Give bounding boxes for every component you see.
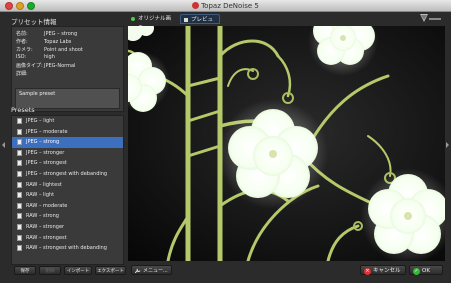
wrench-icon <box>135 268 141 273</box>
preset-item[interactable]: RAW – stronger <box>12 222 123 233</box>
preset-item[interactable]: RAW – strongest <box>12 233 123 244</box>
preset-item-label: RAW – light <box>26 192 55 199</box>
info-value: high <box>44 54 55 60</box>
title-bar: Topaz DeNoise 5 <box>0 0 451 12</box>
window-title: Topaz DeNoise 5 <box>0 2 451 10</box>
info-value: Topaz Labs <box>44 39 72 45</box>
presets-header: Presets <box>11 106 35 114</box>
document-icon <box>17 149 22 156</box>
topaz-logo <box>420 14 441 22</box>
document-icon <box>17 213 22 220</box>
preview-photo <box>128 26 445 261</box>
delete-button[interactable]: 削除 <box>39 266 61 275</box>
import-button[interactable]: インポート <box>64 266 92 275</box>
tab-preview[interactable]: プレビュー <box>180 14 220 33</box>
preset-buttons: 保存 削除 インポート エクスポート <box>14 266 126 276</box>
preset-item[interactable]: RAW – moderate <box>12 201 123 212</box>
preset-item[interactable]: RAW – light <box>12 190 123 201</box>
preset-item[interactable]: JPEG – light <box>12 116 123 127</box>
preset-item[interactable]: JPEG – stronger <box>12 148 123 159</box>
info-row-name: 名前: JPEG – strong <box>16 30 77 37</box>
info-key: 名前: <box>16 31 28 37</box>
document-icon <box>17 118 22 124</box>
collapse-left-arrow-icon[interactable] <box>2 142 5 148</box>
pause-icon <box>184 18 188 22</box>
preset-item[interactable]: RAW – lightest <box>12 180 123 191</box>
presets-list[interactable]: JPEG – light JPEG – moderate JPEG – strong… <box>11 115 124 265</box>
preset-item-label: RAW – strong <box>26 213 59 220</box>
view-tabs: オリジナル画像 プレビュー <box>125 12 445 33</box>
preset-item-label: JPEG – light <box>26 118 55 124</box>
info-key: 作者: <box>16 39 28 45</box>
preset-item-label: RAW – strongest with debanding <box>26 245 107 252</box>
info-value: Point and shoot <box>44 47 83 53</box>
collapse-right-arrow-icon[interactable] <box>446 142 449 148</box>
status-dot-icon <box>131 17 135 21</box>
document-icon <box>17 245 22 252</box>
info-key: ISO: <box>16 54 27 60</box>
document-icon <box>17 139 22 146</box>
preset-item-label: JPEG – stronger <box>26 149 65 156</box>
document-icon <box>17 128 22 135</box>
preset-item[interactable]: JPEG – strongest with debanding <box>12 169 123 180</box>
document-icon <box>17 170 22 177</box>
menu-button[interactable]: メニュー... <box>131 265 172 275</box>
preset-item-label: JPEG – strongest <box>26 160 67 167</box>
info-key: カメラ: <box>16 47 33 53</box>
window-title-label: Topaz DeNoise 5 <box>201 2 259 10</box>
document-icon <box>17 192 22 199</box>
preset-item-label: RAW – stronger <box>26 223 65 230</box>
preset-item-label: JPEG – moderate <box>26 128 68 135</box>
close-icon: × <box>364 267 371 275</box>
preset-item[interactable]: JPEG – moderate <box>12 127 123 138</box>
info-key: 詳細: <box>16 71 28 77</box>
cancel-button-label: キャンセル <box>373 268 401 274</box>
left-panel: プリセット情報 名前: JPEG – strong 作者: Topaz Labs カ… <box>8 12 126 278</box>
info-row-author: 作者: Topaz Labs <box>16 38 71 45</box>
preset-info-box: 名前: JPEG – strong 作者: Topaz Labs カメラ: Point… <box>11 26 124 112</box>
preset-item[interactable]: RAW – strongest with debanding <box>12 243 123 254</box>
info-key: 画像タイプ: <box>16 63 43 69</box>
app-icon <box>192 2 200 9</box>
preset-info-header: プリセット情報 <box>11 18 57 26</box>
info-row-details: 詳細: <box>16 70 44 77</box>
info-value: JPEG-Normal <box>44 63 76 69</box>
check-icon: ✓ <box>413 267 420 275</box>
document-icon <box>17 181 22 188</box>
preset-item-label: RAW – lightest <box>26 181 62 188</box>
preset-item[interactable]: JPEG – strong <box>12 137 123 148</box>
preset-item-label: RAW – moderate <box>26 202 68 209</box>
preset-item-label: JPEG – strong <box>26 139 60 146</box>
info-row-image-type: 画像タイプ:JPEG-Normal <box>16 62 75 69</box>
preset-item[interactable]: RAW – strong <box>12 211 123 222</box>
preview-image[interactable] <box>128 26 445 261</box>
document-icon <box>17 160 22 167</box>
preset-item-label: JPEG – strongest with debanding <box>26 170 108 177</box>
preset-item[interactable]: JPEG – strongest <box>12 158 123 169</box>
info-row-iso: ISO: high <box>16 54 55 60</box>
cancel-button[interactable]: × キャンセル <box>360 265 406 275</box>
ok-button[interactable]: ✓ OK <box>409 265 443 275</box>
tab-original-image[interactable]: オリジナル画像 <box>128 14 178 32</box>
document-icon <box>17 223 22 230</box>
document-icon <box>17 202 22 209</box>
menu-button-label: メニュー... <box>143 268 168 274</box>
save-button[interactable]: 保存 <box>14 266 36 275</box>
ok-button-label: OK <box>422 268 430 274</box>
info-value: JPEG – strong <box>44 31 78 37</box>
document-icon <box>17 234 22 241</box>
info-row-camera: カメラ: Point and shoot <box>16 46 83 53</box>
export-button[interactable]: エクスポート <box>95 266 126 275</box>
preset-item-label: RAW – strongest <box>26 234 67 241</box>
bottom-bar: メニュー... × キャンセル ✓ OK <box>128 263 445 277</box>
